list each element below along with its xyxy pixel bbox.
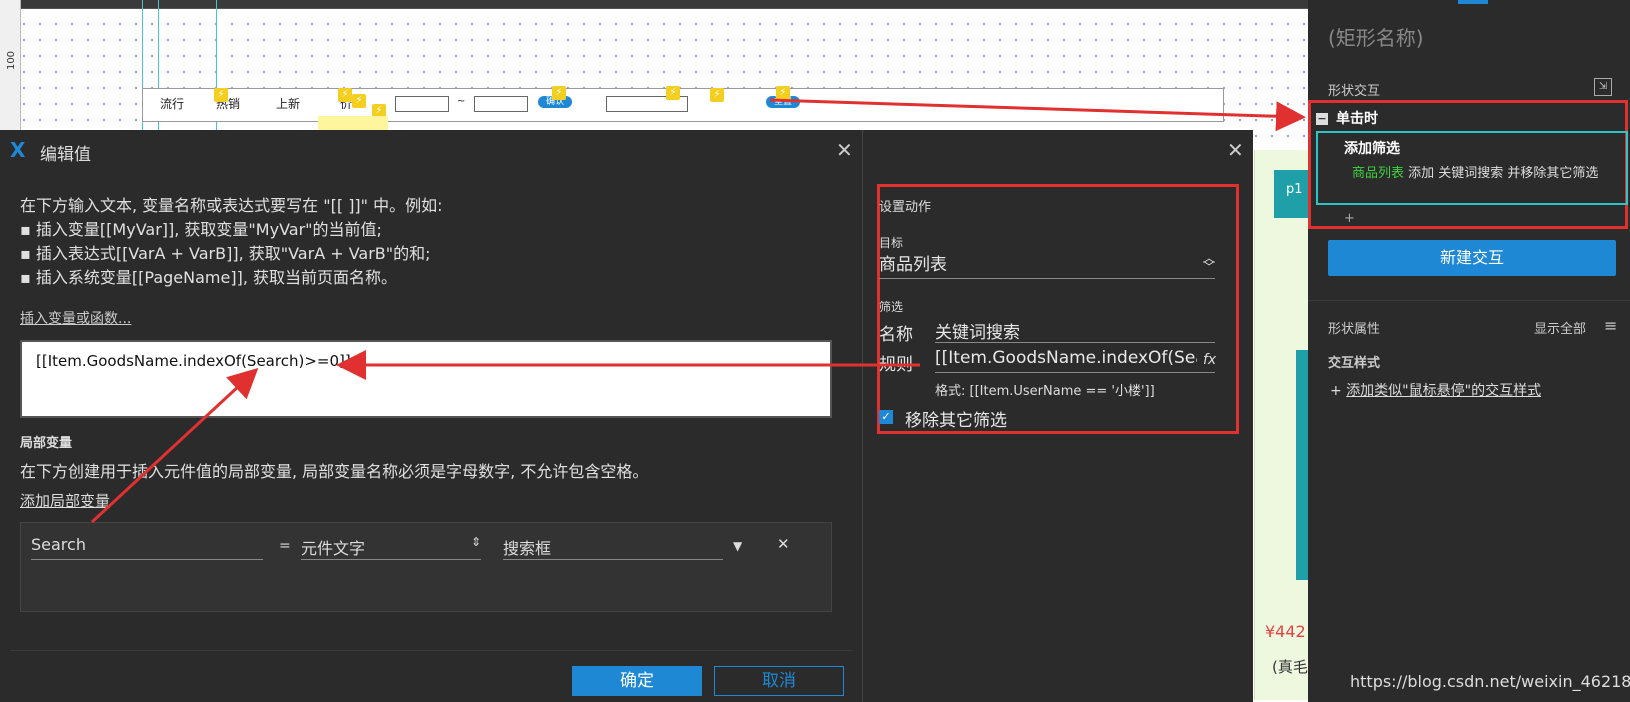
arrow-to-event [769,98,1306,132]
annotation-arrows [90,98,1306,524]
arrow-from-local-var [90,367,259,524]
